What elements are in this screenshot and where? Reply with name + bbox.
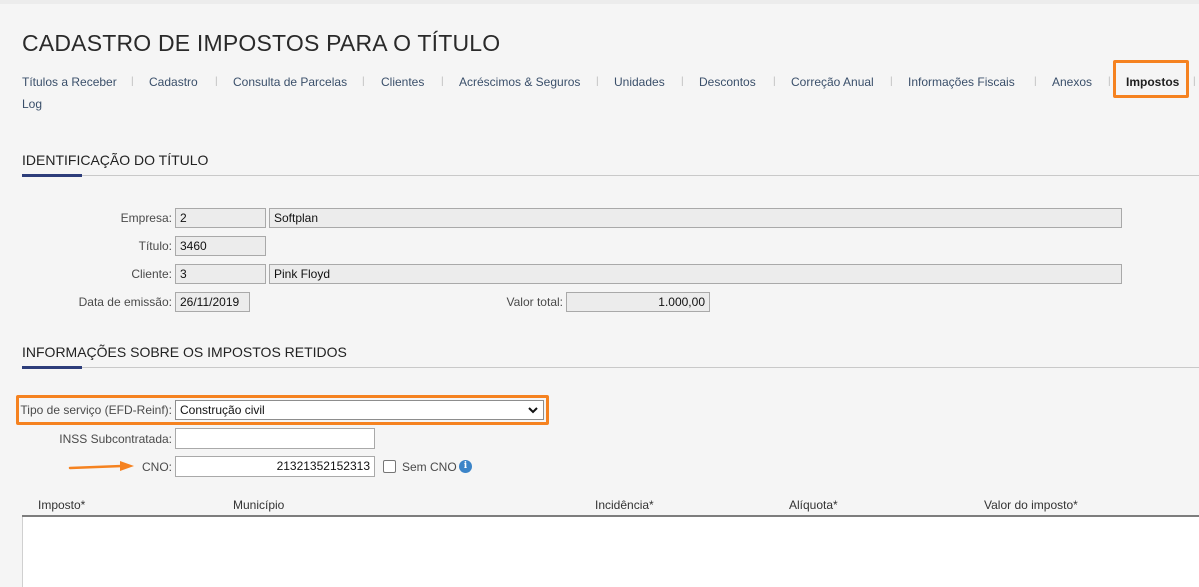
tab-separator: | [362,76,365,87]
tab-consulta-de-parcelas[interactable]: Consulta de Parcelas [233,75,347,89]
section-title-impostos-retidos: INFORMAÇÕES SOBRE OS IMPOSTOS RETIDOS [22,344,347,360]
titulo-label: Título: [138,239,172,253]
inss-subcontratada-label: INSS Subcontratada: [59,432,172,446]
column-header-aliquota[interactable]: Alíquota* [789,498,838,512]
cliente-name-field[interactable]: Pink Floyd [269,264,1122,284]
tab-separator: | [441,76,444,87]
sem-cno-label: Sem CNO [402,460,457,474]
tipo-servico-label: Tipo de serviço (EFD-Reinf): [20,403,172,417]
tipo-servico-value: Construção civil [180,403,265,417]
tab-correcao-anual[interactable]: Correção Anual [791,75,874,89]
tab-separator: | [681,76,684,87]
cliente-code-field[interactable]: 3 [175,264,266,284]
column-header-valor-do-imposto[interactable]: Valor do imposto* [984,498,1078,512]
tab-separator: | [1034,76,1037,87]
tab-separator: | [773,76,776,87]
tab-unidades[interactable]: Unidades [614,75,665,89]
valor-total-field[interactable]: 1.000,00 [566,292,710,312]
column-header-imposto[interactable]: Imposto* [38,498,85,512]
top-border [0,0,1199,4]
tipo-servico-select[interactable]: Construção civil [175,400,544,420]
section-title-identificacao: IDENTIFICAÇÃO DO TÍTULO [22,152,209,168]
column-header-incidencia[interactable]: Incidência* [595,498,654,512]
chevron-down-icon [528,407,538,414]
column-header-municipio[interactable]: Município [233,498,284,512]
empresa-code-field[interactable]: 2 [175,208,266,228]
impostos-table-body [22,517,1199,587]
tab-impostos[interactable]: Impostos [1126,75,1179,89]
tab-separator: | [1108,76,1111,87]
tab-separator: | [596,76,599,87]
valor-total-label: Valor total: [506,295,563,309]
tab-separator: | [131,76,134,87]
tab-separator: | [1193,76,1196,87]
sem-cno-checkbox[interactable] [383,460,396,473]
page-title: CADASTRO DE IMPOSTOS PARA O TÍTULO [22,30,501,56]
tab-cadastro[interactable]: Cadastro [149,75,198,89]
tab-descontos[interactable]: Descontos [699,75,756,89]
cno-input[interactable]: 21321352152313 [175,456,375,477]
empresa-label: Empresa: [120,211,172,225]
section-divider [22,175,1199,176]
section-accent-bar [22,366,82,369]
info-icon[interactable]: i [459,460,472,473]
cno-label: CNO: [142,460,172,474]
tab-separator: | [890,76,893,87]
empresa-name-field[interactable]: Softplan [269,208,1122,228]
titulo-field[interactable]: 3460 [175,236,266,256]
data-emissao-label: Data de emissão: [78,295,172,309]
tab-acrescimos-seguros[interactable]: Acréscimos & Seguros [459,75,580,89]
cliente-label: Cliente: [131,267,172,281]
tab-titulos-a-receber[interactable]: Títulos a Receber [22,75,117,89]
tab-clientes[interactable]: Clientes [381,75,424,89]
tab-separator: | [215,76,218,87]
section-accent-bar [22,174,82,177]
data-emissao-field[interactable]: 26/11/2019 [175,292,250,312]
tab-log[interactable]: Log [22,97,42,111]
tab-informacoes-fiscais[interactable]: Informações Fiscais [908,75,1015,89]
inss-subcontratada-input[interactable] [175,428,375,449]
section-divider [22,367,1199,368]
tab-anexos[interactable]: Anexos [1052,75,1092,89]
